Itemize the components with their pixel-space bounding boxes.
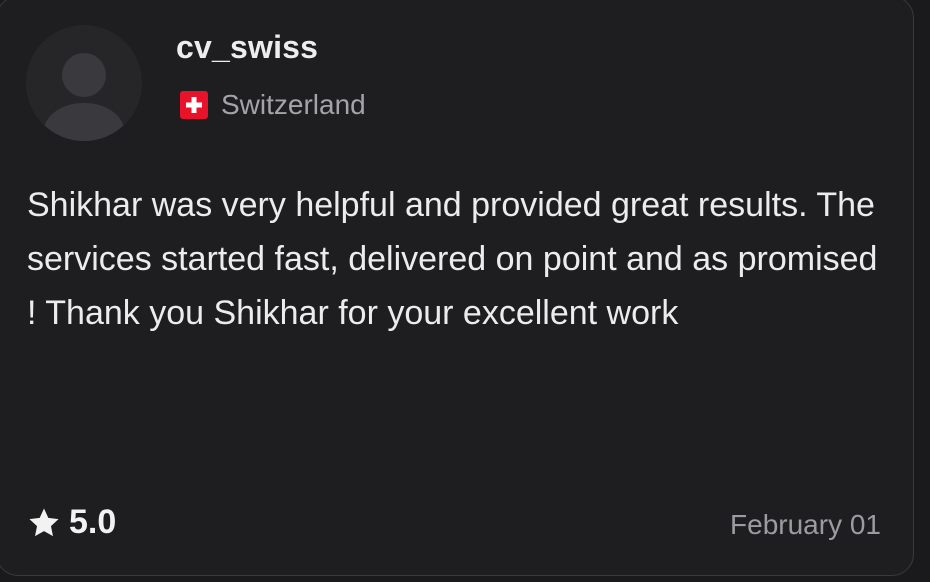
user-avatar-icon[interactable] [26, 25, 142, 141]
review-card: cv_swiss Switzerland Shikhar was very he… [0, 0, 914, 576]
star-icon [29, 508, 59, 536]
review-text: Shikhar was very helpful and provided gr… [27, 186, 878, 332]
switzerland-flag-icon [180, 91, 208, 119]
rating: 5.0 [27, 503, 116, 542]
review-date: February 01 [730, 509, 881, 540]
reviewer-country: Switzerland [180, 89, 366, 121]
reviewer-username[interactable]: cv_swiss [176, 29, 318, 66]
rating-value: 5.0 [69, 503, 117, 541]
country-name: Switzerland [221, 89, 366, 120]
